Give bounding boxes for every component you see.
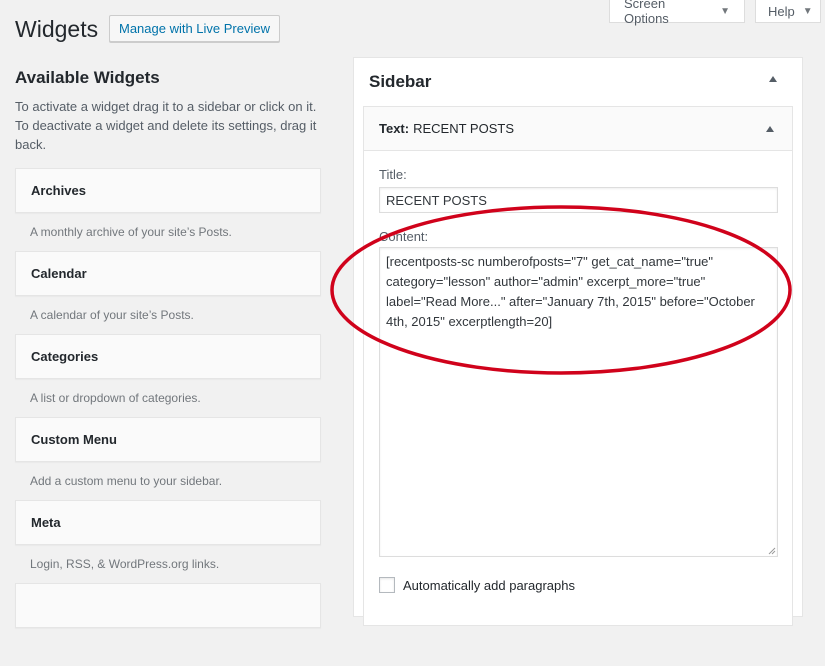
widget-instance-name: RECENT POSTS — [413, 121, 514, 136]
chevron-down-icon: ▼ — [720, 5, 730, 17]
help-button[interactable]: Help ▼ — [755, 0, 821, 23]
widget-title-meta[interactable]: Meta — [15, 500, 321, 545]
widget-title-archives[interactable]: Archives — [15, 168, 321, 213]
manage-live-preview-button[interactable]: Manage with Live Preview — [109, 15, 280, 42]
widget-categories: Categories A list or dropdown of categor… — [15, 334, 321, 417]
widget-meta: Meta Login, RSS, & WordPress.org links. — [15, 500, 321, 583]
sidebar-header[interactable]: Sidebar — [369, 72, 787, 96]
widget-description: Login, RSS, & WordPress.org links. — [30, 557, 220, 571]
screen-options-button[interactable]: Screen Options ▼ — [609, 0, 745, 26]
widget-title-next[interactable] — [15, 583, 321, 628]
auto-paragraphs-option: Automatically add paragraphs — [379, 577, 575, 593]
widget-description: Add a custom menu to your sidebar. — [30, 474, 223, 488]
available-widgets-description: To activate a widget drag it to a sideba… — [15, 99, 317, 152]
screen-meta-links: Screen Options ▼ Help ▼ — [599, 0, 825, 26]
collapse-arrow-icon[interactable] — [766, 126, 774, 132]
widget-calendar: Calendar A calendar of your site’s Posts… — [15, 251, 321, 334]
widget-archives: Archives A monthly archive of your site’… — [15, 168, 321, 251]
widget-description: A monthly archive of your site’s Posts. — [30, 225, 232, 239]
title-field[interactable] — [379, 187, 778, 213]
content-field[interactable]: [recentposts-sc numberofposts="7" get_ca… — [379, 247, 778, 557]
collapse-arrow-icon[interactable] — [769, 76, 777, 82]
chevron-down-icon: ▼ — [802, 5, 813, 17]
resize-handle-icon[interactable] — [768, 547, 776, 555]
sidebar-widget-area: Sidebar Text: RECENT POSTS Title: Conten… — [353, 57, 803, 626]
widget-description: A calendar of your site’s Posts. — [30, 308, 194, 322]
help-label: Help — [768, 3, 795, 19]
available-widgets-list: Archives A monthly archive of your site’… — [15, 168, 321, 666]
screen-options-label: Screen Options — [624, 0, 669, 26]
sidebar-title: Sidebar — [369, 72, 432, 91]
widget-description: A list or dropdown of categories. — [30, 391, 201, 405]
widget-next-partial — [15, 583, 321, 666]
auto-paragraphs-label: Automatically add paragraphs — [403, 577, 575, 593]
auto-paragraphs-checkbox[interactable] — [379, 577, 395, 593]
widget-type-label: Text: — [379, 121, 410, 136]
widget-title-calendar[interactable]: Calendar — [15, 251, 321, 296]
content-field-label: Content: — [379, 229, 429, 244]
widget-title-categories[interactable]: Categories — [15, 334, 321, 379]
text-widget-header[interactable]: Text: RECENT POSTS — [364, 107, 792, 151]
widget-title-custom-menu[interactable]: Custom Menu — [15, 417, 321, 462]
available-widgets-title: Available Widgets — [15, 68, 160, 87]
title-field-label: Title: — [379, 167, 407, 182]
text-widget-recent-posts: Text: RECENT POSTS Title: Content: [rece… — [363, 106, 793, 626]
page-title: Widgets — [15, 16, 99, 42]
widget-custom-menu: Custom Menu Add a custom menu to your si… — [15, 417, 321, 500]
